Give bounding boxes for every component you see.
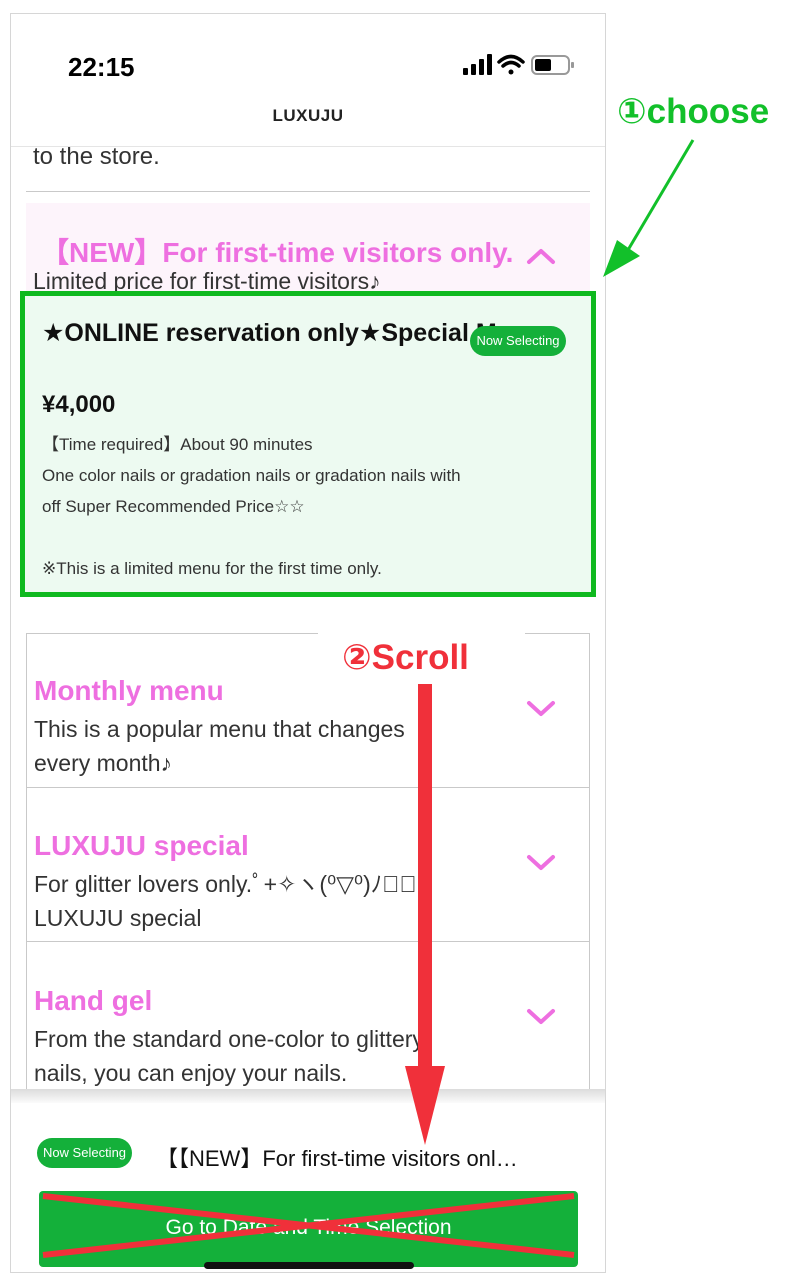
annotation-step1: ①choose (617, 92, 770, 131)
choose-arrowhead (603, 240, 640, 277)
scroll-arrowhead (405, 1066, 445, 1145)
choose-arrow-line (626, 139, 695, 251)
annotation-step2: ②Scroll (342, 638, 469, 677)
scroll-arrow-shaft (418, 684, 432, 1074)
